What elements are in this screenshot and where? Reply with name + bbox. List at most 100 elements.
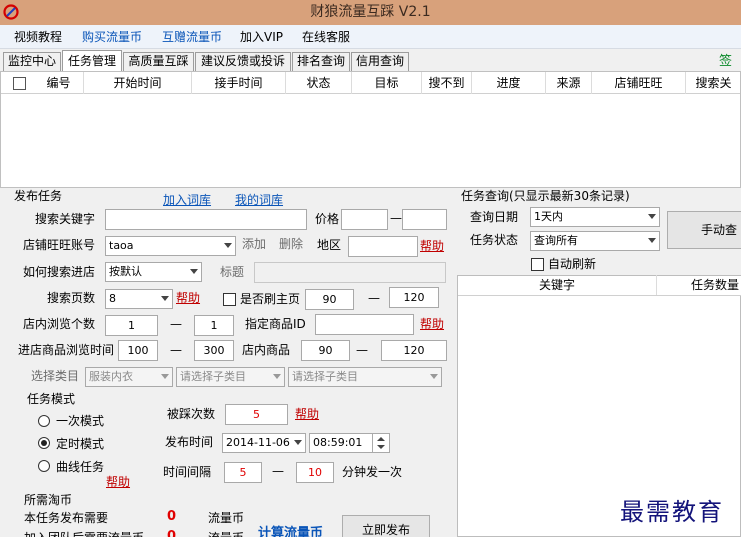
dash: — xyxy=(368,291,380,305)
click-count-input[interactable]: 5 xyxy=(225,404,288,425)
how-search-value: 按默认 xyxy=(109,265,142,278)
brush-mainpage-checkbox[interactable] xyxy=(223,293,236,306)
task-mode-title: 任务模式 xyxy=(27,392,76,406)
tab-credit-query[interactable]: 信用查询 xyxy=(351,52,409,71)
mainpage-max-input[interactable]: 120 xyxy=(389,287,439,308)
column-header[interactable]: 来源 xyxy=(546,72,592,94)
coin-unit-label: 流量币 xyxy=(208,528,244,537)
required-coins-title: 所需淘币 xyxy=(24,493,73,507)
product-id-help-link[interactable]: 帮助 xyxy=(420,314,444,334)
once-mode-radio[interactable] xyxy=(38,415,50,427)
browse-max-input[interactable]: 1 xyxy=(194,315,234,336)
menu-buy-coins[interactable]: 购买流量币 xyxy=(82,25,142,49)
calc-coins-link[interactable]: 计算流量币 xyxy=(258,524,323,537)
tab-rank-query[interactable]: 排名查询 xyxy=(292,52,350,71)
auto-refresh-checkbox[interactable] xyxy=(531,258,544,271)
browse-min-input[interactable]: 1 xyxy=(105,315,158,336)
how-search-select[interactable]: 按默认 xyxy=(105,262,202,282)
query-date-select[interactable]: 1天内 xyxy=(530,207,660,227)
product-id-label: 指定商品ID xyxy=(245,317,306,331)
product-id-input[interactable] xyxy=(315,314,414,335)
time-spinner[interactable] xyxy=(372,434,389,453)
add-lexicon-link[interactable]: 加入词库 xyxy=(163,190,211,210)
menu-gift-coins[interactable]: 互赠流量币 xyxy=(162,25,222,49)
browse-time-max-input[interactable]: 300 xyxy=(194,340,234,361)
delete-button[interactable]: 删除 xyxy=(275,234,307,256)
region-input[interactable] xyxy=(348,236,418,257)
subcategory-select-2[interactable]: 请选择子类目 xyxy=(288,367,442,387)
column-header[interactable]: 任务数量 xyxy=(657,275,741,295)
task-cost-label: 本任务发布需要 xyxy=(24,511,109,525)
interval-max-input[interactable]: 10 xyxy=(296,462,334,483)
menu-video-tutorial[interactable]: 视频教程 xyxy=(14,25,62,49)
how-search-label: 如何搜索进店 xyxy=(23,265,96,279)
chevron-down-icon xyxy=(224,243,232,248)
browse-time-label: 进店商品浏览时间 xyxy=(18,343,115,357)
region-help-link[interactable]: 帮助 xyxy=(420,236,444,256)
column-header[interactable]: 店铺旺旺 xyxy=(592,72,686,94)
select-all-checkbox[interactable] xyxy=(13,77,26,90)
click-count-label: 被踩次数 xyxy=(167,407,216,421)
browse-time-min-input[interactable]: 100 xyxy=(118,340,158,361)
task-status-value: 查询所有 xyxy=(534,234,578,247)
keyword-label: 搜索关键字 xyxy=(35,212,96,226)
chevron-down-icon xyxy=(430,374,438,379)
task-status-select[interactable]: 查询所有 xyxy=(530,231,660,251)
tab-feedback[interactable]: 建议反馈或投诉 xyxy=(195,52,291,71)
tab-monitor-center[interactable]: 监控中心 xyxy=(3,52,61,71)
column-header[interactable]: 进度 xyxy=(472,72,546,94)
add-button[interactable]: 添加 xyxy=(238,234,270,256)
shop-account-value: taoa xyxy=(109,239,134,252)
dash: — xyxy=(170,317,182,331)
in-shop-min-input[interactable]: 90 xyxy=(301,340,350,361)
chevron-down-icon xyxy=(273,374,281,379)
tab-task-management[interactable]: 任务管理 xyxy=(62,50,122,72)
column-header[interactable]: 关键字 xyxy=(458,275,657,295)
category-select[interactable]: 服装内衣 xyxy=(85,367,173,387)
mainpage-min-input[interactable]: 90 xyxy=(305,289,354,310)
interval-unit-label: 分钟发一次 xyxy=(342,465,403,479)
search-pages-select[interactable]: 8 xyxy=(105,289,173,309)
chevron-down-icon xyxy=(294,440,302,445)
once-mode-label: 一次模式 xyxy=(56,414,105,428)
chevron-down-icon xyxy=(161,296,169,301)
title-input[interactable] xyxy=(254,262,446,283)
column-header[interactable]: 搜索关 xyxy=(686,72,741,94)
shop-account-select[interactable]: taoa xyxy=(105,236,236,256)
click-count-help-link[interactable]: 帮助 xyxy=(295,404,319,424)
curve-task-radio[interactable] xyxy=(38,460,50,472)
keyword-input[interactable] xyxy=(105,209,307,230)
pages-help-link[interactable]: 帮助 xyxy=(176,288,200,308)
menu-join-vip[interactable]: 加入VIP xyxy=(240,25,283,49)
in-shop-max-input[interactable]: 120 xyxy=(381,340,447,361)
shop-account-label: 店铺旺旺账号 xyxy=(23,238,96,252)
query-date-value: 1天内 xyxy=(534,210,563,223)
category-label: 选择类目 xyxy=(31,369,80,383)
chevron-down-icon xyxy=(190,269,198,274)
price-label: 价格 xyxy=(315,212,340,226)
publish-now-button[interactable]: 立即发布 xyxy=(342,515,430,537)
column-header[interactable]: 编号 xyxy=(34,72,84,94)
column-header[interactable]: 开始时间 xyxy=(84,72,192,94)
dash: — xyxy=(356,343,368,357)
watermark-text: 最需教育 xyxy=(620,498,724,526)
publish-date-picker[interactable]: 2014-11-06 xyxy=(222,433,306,453)
region-label: 地区 xyxy=(317,238,342,252)
column-header[interactable]: 接手时间 xyxy=(192,72,286,94)
menu-online-support[interactable]: 在线客服 xyxy=(302,25,350,49)
subcategory-select-1[interactable]: 请选择子类目 xyxy=(176,367,285,387)
price-max-input[interactable] xyxy=(402,209,447,230)
timed-mode-radio[interactable] xyxy=(38,437,50,449)
tab-high-quality[interactable]: 高质量互踩 xyxy=(123,52,194,71)
interval-min-input[interactable]: 5 xyxy=(224,462,262,483)
column-header[interactable]: 目标 xyxy=(352,72,422,94)
manual-query-button[interactable]: 手动查 xyxy=(667,211,741,249)
column-header[interactable]: 状态 xyxy=(286,72,352,94)
search-pages-label: 搜索页数 xyxy=(47,291,96,305)
dash: — xyxy=(170,343,182,357)
mode-help-link[interactable]: 帮助 xyxy=(106,472,130,492)
browse-count-label: 店内浏览个数 xyxy=(23,317,96,331)
column-header[interactable]: 搜不到 xyxy=(422,72,472,94)
my-lexicon-link[interactable]: 我的词库 xyxy=(235,190,283,210)
price-min-input[interactable] xyxy=(341,209,388,230)
